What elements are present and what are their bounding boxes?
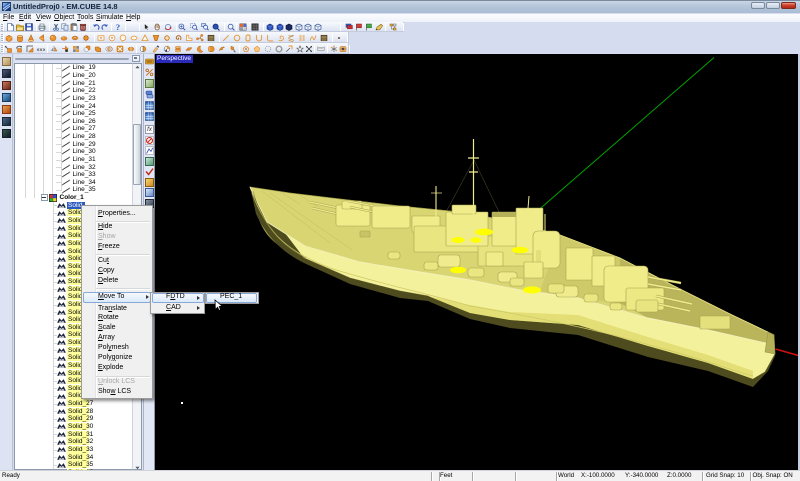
svg-text:?: ?: [116, 23, 120, 31]
svg-text:×××: ×××: [37, 47, 45, 53]
